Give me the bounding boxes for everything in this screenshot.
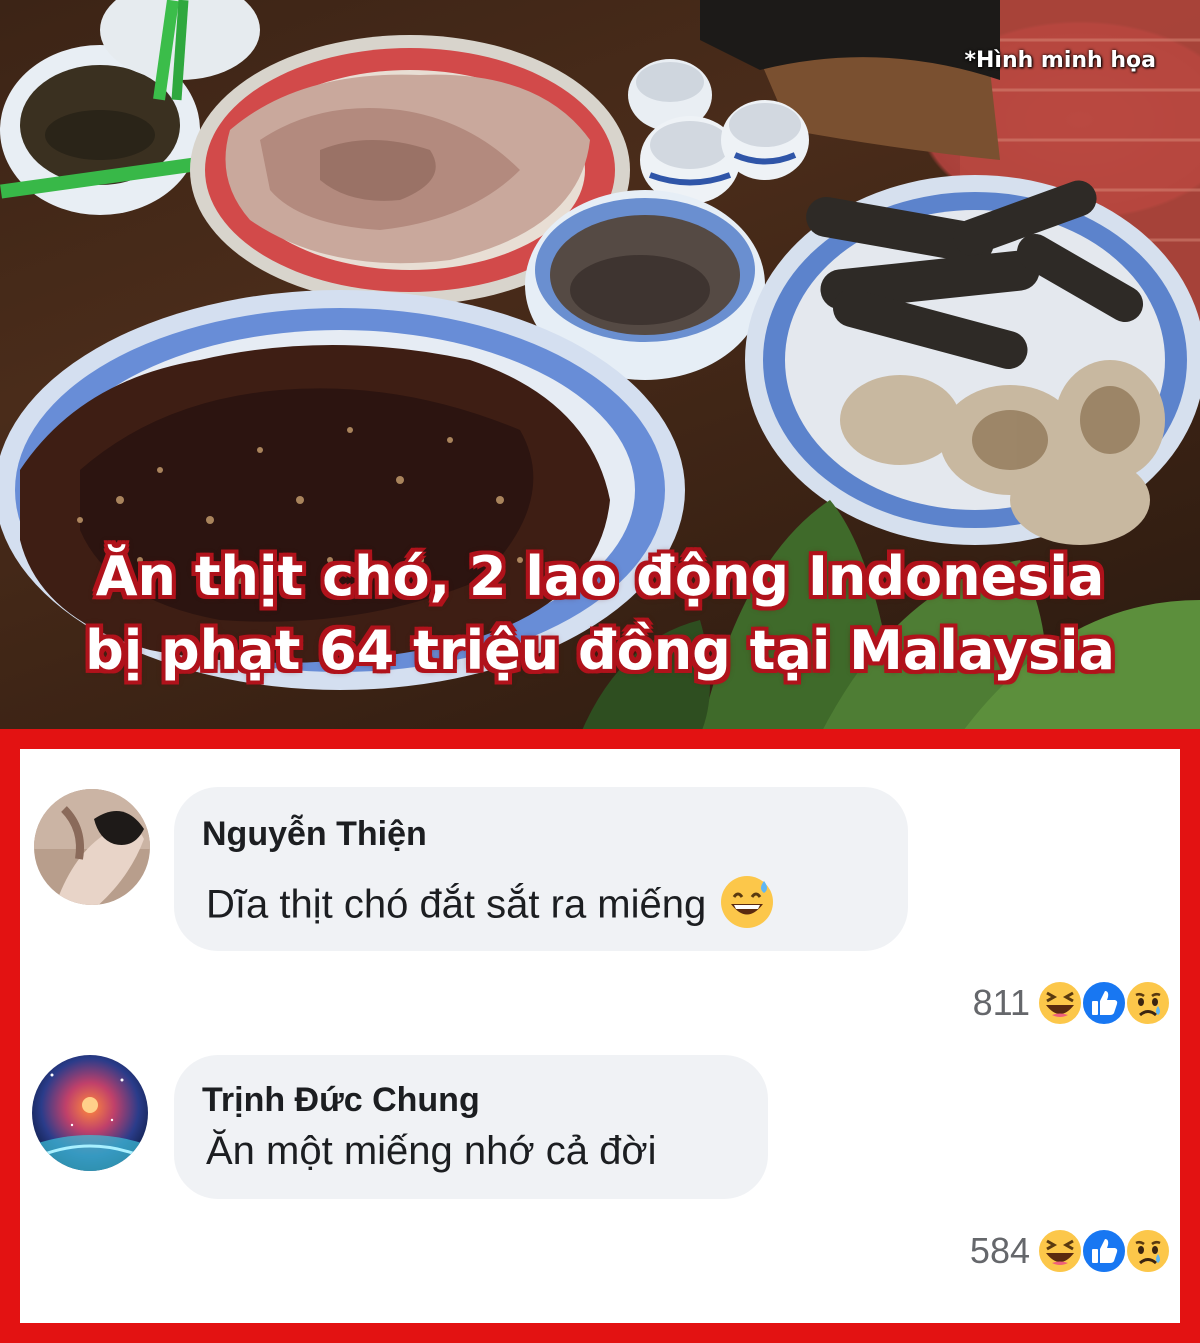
comment-bubble: [174, 1055, 768, 1199]
reaction-count: 811: [972, 982, 1030, 1023]
avatar-image-2: [32, 1055, 148, 1171]
like-icon: [1081, 980, 1127, 1026]
avatar[interactable]: [32, 1055, 148, 1171]
avatar[interactable]: [34, 789, 150, 905]
sad-icon: [1125, 980, 1171, 1026]
food-photo: *Hình minh họa Ăn thịt chó, 2 lao động I…: [0, 0, 1200, 735]
illustration-note: *Hình minh họa: [964, 48, 1156, 73]
avatar-image-1: [34, 789, 150, 905]
comment-text-content: Dĩa thịt chó đắt sắt ra miếng: [206, 882, 707, 927]
reaction-summary[interactable]: 811: [973, 977, 1172, 1029]
headline-line-1: Ăn thịt chó, 2 lao động Indonesia: [95, 545, 1105, 608]
comments-panel: Nguyễn Thiện Dĩa thịt chó đắt sắt ra miế…: [0, 729, 1200, 1343]
like-icon: [1081, 1228, 1127, 1274]
headline-line-2: bị phạt 64 triệu đồng tại Malaysia: [85, 619, 1115, 682]
comment-author[interactable]: Trịnh Đức Chung: [202, 1081, 480, 1120]
reaction-summary[interactable]: 584: [970, 1225, 1172, 1277]
sad-icon: [1125, 1228, 1171, 1274]
grinning-face-with-sweat-icon: [720, 875, 774, 939]
comment-text: Ăn một miếng nhớ cả đời: [206, 1129, 657, 1173]
haha-icon: [1037, 980, 1083, 1026]
reaction-count: 584: [969, 1230, 1030, 1271]
comment-text: Dĩa thịt chó đắt sắt ra miếng: [206, 875, 774, 939]
haha-icon: [1037, 1228, 1083, 1274]
comment-author[interactable]: Nguyễn Thiện: [202, 815, 427, 854]
headline: Ăn thịt chó, 2 lao động Indonesia bị phạ…: [0, 540, 1200, 688]
